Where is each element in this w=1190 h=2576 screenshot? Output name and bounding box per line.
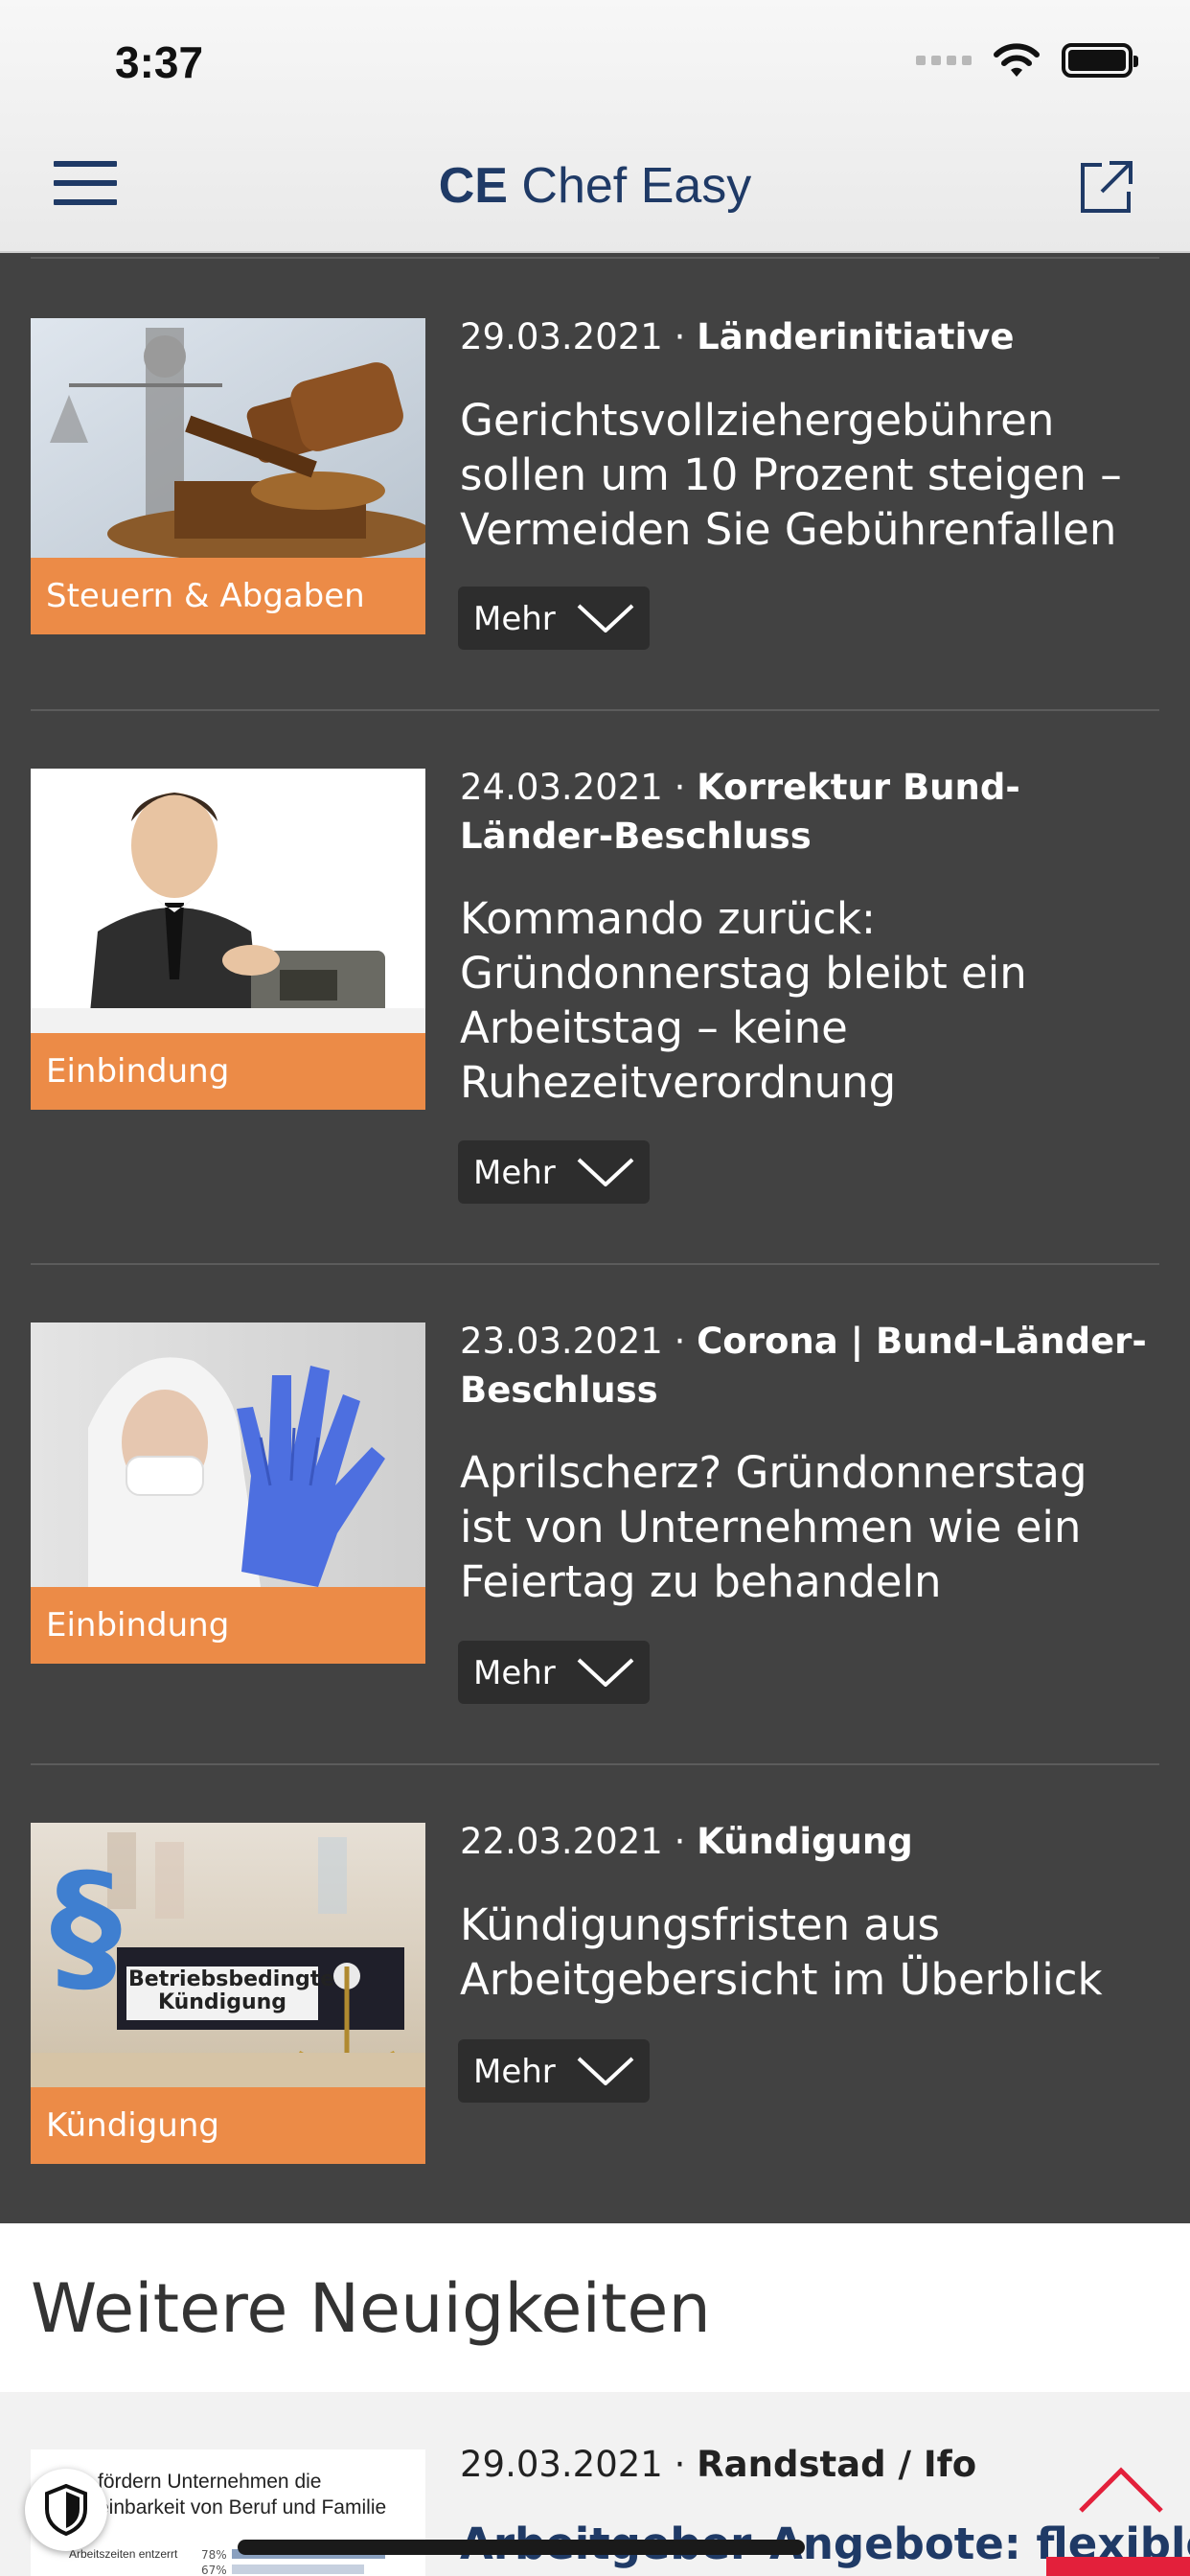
- section-title: Weitere Neuigkeiten: [31, 2269, 711, 2348]
- meta-separator: ·: [662, 1821, 698, 1862]
- article-title[interactable]: Kündigungsfristen aus Arbeitgebersicht i…: [460, 1898, 1150, 2007]
- cellular-signal-icon: [916, 56, 972, 65]
- status-icons: [916, 42, 1138, 79]
- article-category: Randstad / Ifo: [697, 2444, 977, 2485]
- meta-separator: ·: [662, 316, 698, 357]
- meta-separator: ·: [662, 2444, 698, 2485]
- wifi-icon: [994, 43, 1040, 77]
- divider: [31, 1763, 1159, 1765]
- divider: [31, 1263, 1159, 1265]
- article-meta: 29.03.2021 · Länderinitiative: [460, 312, 1150, 361]
- thumbnail-bar-2: [232, 2564, 364, 2574]
- gavel-image: [31, 318, 425, 563]
- divider: [31, 257, 1159, 259]
- image-label: Betriebsbedingte Kündigung: [128, 1967, 335, 2014]
- businessman-image: [31, 769, 425, 1033]
- meta-separator: ·: [662, 767, 698, 808]
- more-label: Mehr: [473, 1654, 556, 1692]
- chevron-down-icon: [577, 604, 634, 632]
- privacy-shield-button[interactable]: [25, 2469, 107, 2551]
- article-thumbnail[interactable]: Einbindung: [31, 769, 425, 1110]
- more-button[interactable]: Mehr: [458, 586, 650, 650]
- logo-bold: CE: [438, 158, 508, 214]
- article-category-tag: Einbindung: [31, 1033, 425, 1110]
- share-external-icon[interactable]: [1077, 159, 1134, 217]
- more-label: Mehr: [473, 600, 556, 638]
- article-date: 23.03.2021: [460, 1321, 663, 1362]
- chevron-down-icon: [577, 2057, 634, 2085]
- thumbnail-caption: Arbeitszeiten entzerrt: [69, 2547, 178, 2561]
- more-button[interactable]: Mehr: [458, 1641, 650, 1704]
- more-button[interactable]: Mehr: [458, 1140, 650, 1204]
- shield-icon: [45, 2484, 87, 2536]
- article-list: Steuern & Abgaben 29.03.2021 · Länderini…: [0, 253, 1190, 2223]
- chevron-down-icon: [577, 1658, 634, 1687]
- article-date: 22.03.2021: [460, 1821, 663, 1862]
- more-button[interactable]: Mehr: [458, 2039, 650, 2103]
- article-category-tag: Kündigung: [31, 2087, 425, 2164]
- protective-suit-image: [31, 1322, 425, 1587]
- article-meta: 24.03.2021 · Korrektur Bund-Länder-Besch…: [460, 763, 1150, 861]
- next-article-meta: 29.03.2021 · Randstad / Ifo: [460, 2444, 976, 2485]
- app-logo: CE Chef Easy: [0, 157, 1190, 215]
- article-thumbnail[interactable]: Steuern & Abgaben: [31, 318, 425, 634]
- article-date: 24.03.2021: [460, 767, 663, 808]
- thumbnail-values: 78% 67%: [201, 2547, 227, 2576]
- more-label: Mehr: [473, 2053, 556, 2091]
- chevron-down-icon: [577, 1158, 634, 1186]
- article-meta: 22.03.2021 · Kündigung: [460, 1817, 1150, 1866]
- article-thumbnail[interactable]: § Betriebsbedingte Kündigung Kündigung: [31, 1823, 425, 2164]
- article-thumbnail[interactable]: Einbindung: [31, 1322, 425, 1664]
- status-time: 3:37: [115, 37, 204, 87]
- article-category: Länderinitiative: [697, 316, 1015, 357]
- thumbnail-value-1: 78%: [201, 2548, 227, 2562]
- red-accent-bar: [1046, 2557, 1190, 2576]
- home-indicator[interactable]: [238, 2540, 805, 2555]
- top-bar: 3:37 CE Chef Easy: [0, 0, 1190, 253]
- article-date: 29.03.2021: [460, 316, 663, 357]
- article-category-tag: Einbindung: [31, 1587, 425, 1664]
- article-date: 29.03.2021: [460, 2444, 663, 2485]
- scroll-to-top-icon[interactable]: [1075, 2461, 1167, 2518]
- logo-rest: Chef Easy: [507, 158, 752, 214]
- thumbnail-text: fördern Unternehmen die einbarkeit von B…: [98, 2471, 387, 2518]
- article-title[interactable]: Kommando zurück: Gründonnerstag bleibt e…: [460, 891, 1150, 1110]
- more-label: Mehr: [473, 1154, 556, 1192]
- thumbnail-value-2: 67%: [201, 2564, 227, 2576]
- article-meta: 23.03.2021 · Corona | Bund-Länder-Beschl…: [460, 1317, 1150, 1414]
- divider: [31, 709, 1159, 711]
- article-category-tag: Steuern & Abgaben: [31, 558, 425, 634]
- meta-separator: ·: [662, 1321, 698, 1362]
- article-title[interactable]: Aprilscherz? Gründonnerstag ist von Unte…: [460, 1445, 1150, 1609]
- article-title[interactable]: Gerichtsvollziehergebühren sollen um 10 …: [460, 393, 1150, 557]
- article-category: Kündigung: [697, 1821, 913, 1862]
- folder-paragraph-image: §: [31, 1823, 425, 2087]
- battery-icon: [1062, 43, 1138, 78]
- svg-text:§: §: [50, 1844, 122, 2011]
